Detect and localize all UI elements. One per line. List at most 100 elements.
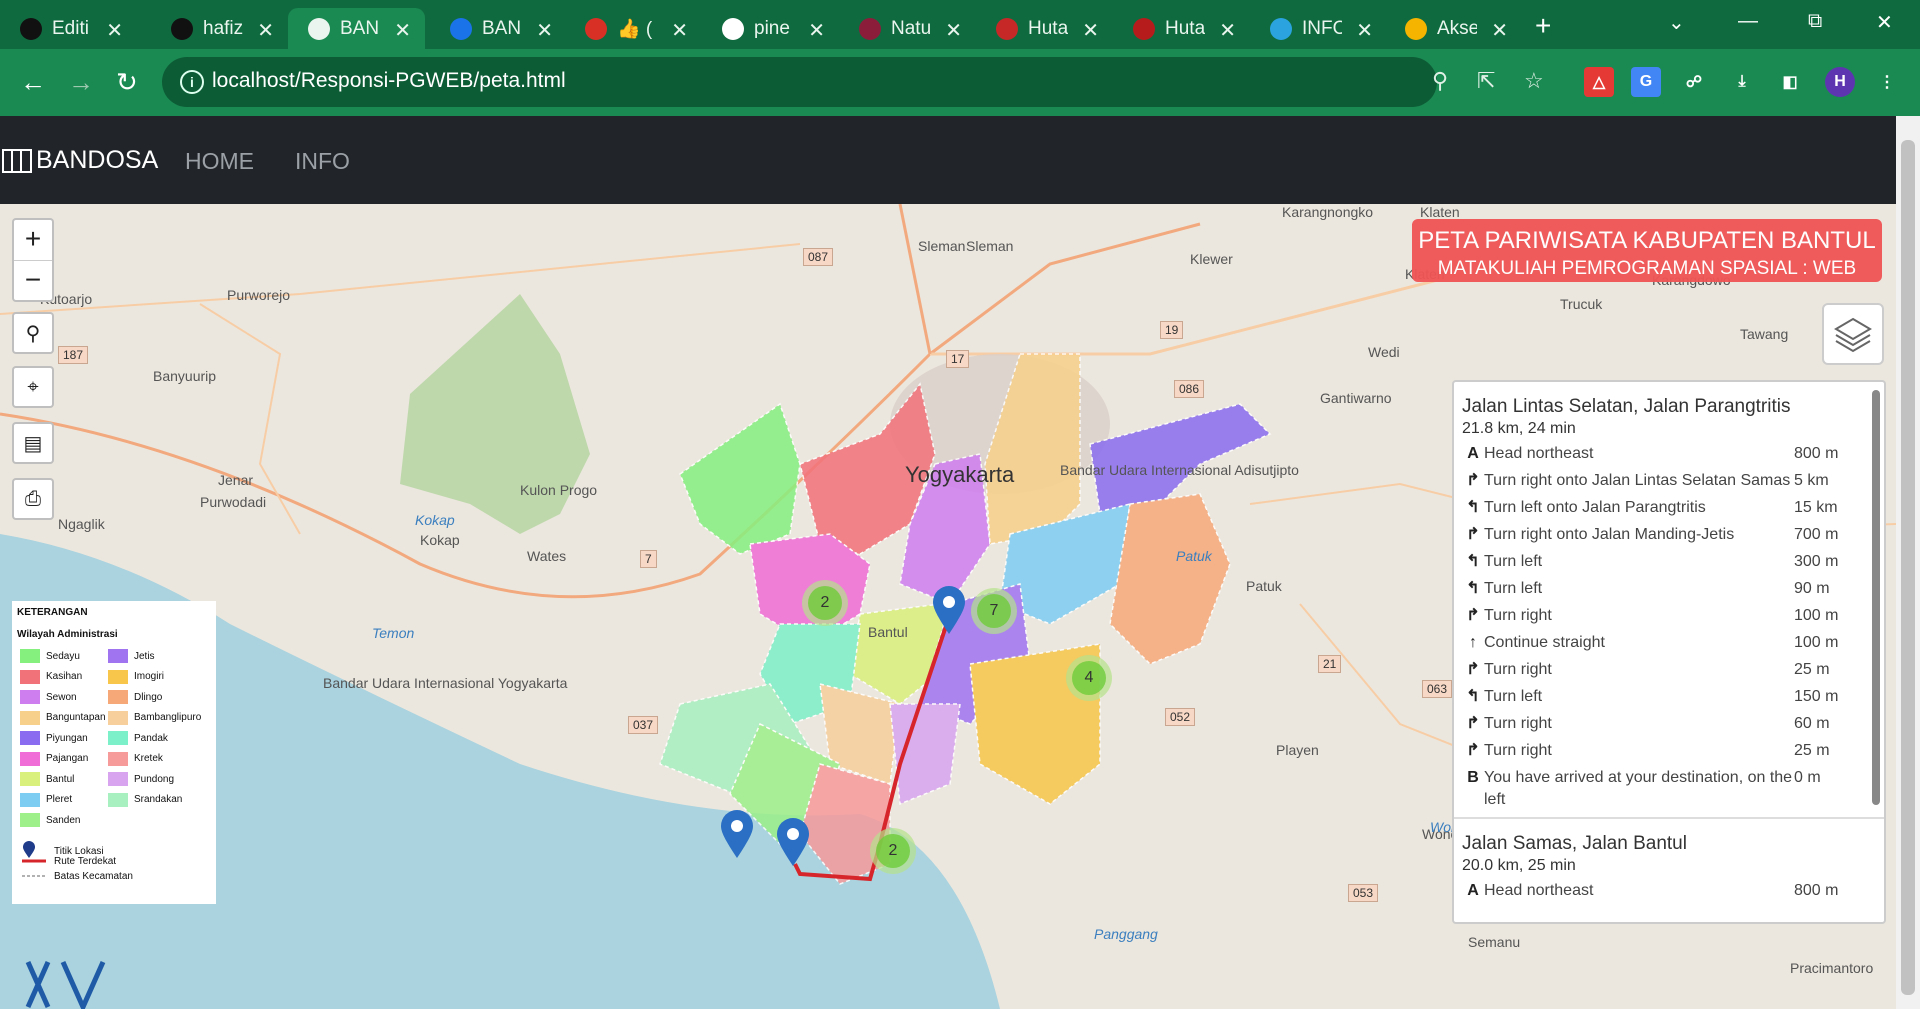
tab-search-icon[interactable]: ⌄ <box>1668 10 1685 35</box>
measure-icon[interactable]: ▤ <box>12 422 54 464</box>
marker-cluster[interactable]: 2 <box>870 828 916 874</box>
forward-button[interactable]: → <box>68 67 94 98</box>
close-tab-icon[interactable]: ✕ <box>808 18 825 43</box>
legend-label: Pajangan <box>46 753 89 764</box>
step-distance: 90 m <box>1794 580 1830 597</box>
zoom-icon[interactable]: ⚲ <box>1432 68 1448 94</box>
extension-icon[interactable]: △ <box>1584 67 1614 97</box>
github-icon <box>171 17 193 40</box>
legend-label: Kretek <box>134 753 163 764</box>
reload-button[interactable]: ↻ <box>116 67 138 98</box>
legend-item: Bambanglipuro <box>108 710 202 725</box>
routing-panel[interactable]: Jalan Lintas Selatan, Jalan Parangtritis… <box>1452 380 1886 924</box>
new-tab-button[interactable]: + <box>1535 10 1551 42</box>
step-distance: 800 m <box>1794 882 1839 899</box>
legend-swatch <box>108 669 128 684</box>
legend-swatch <box>108 710 128 725</box>
translate-icon[interactable]: G <box>1631 67 1661 97</box>
zoom-in-button[interactable]: + <box>14 220 52 260</box>
browser-menu-icon[interactable]: ⋮ <box>1872 67 1902 97</box>
tab-title: BAN <box>482 17 522 39</box>
close-tab-icon[interactable]: ✕ <box>1356 18 1373 43</box>
route-step[interactable]: A Head northeast 800 m <box>1462 880 1876 902</box>
bookmark-star-icon[interactable]: ☆ <box>1524 68 1544 94</box>
marker-cluster[interactable]: 7 <box>971 588 1017 634</box>
marker-cluster[interactable]: 4 <box>1066 655 1112 701</box>
route-step[interactable]: A Head northeast 800 m <box>1462 443 1876 465</box>
location-marker[interactable] <box>932 586 966 636</box>
map-container[interactable]: Kutoarjo Purworejo Banyuurip Jenar Purwodadi… <box>0 204 1896 1009</box>
scrollbar-thumb[interactable] <box>1901 140 1915 995</box>
legend-symbol: Rute Terdekat <box>22 856 116 867</box>
browser-tab[interactable]: BAN ✕ <box>430 8 567 49</box>
download-icon[interactable]: ⤓ <box>1727 67 1757 97</box>
browser-tab[interactable]: Akse ✕ <box>1385 8 1522 49</box>
tab-title: Natu <box>891 17 931 39</box>
marker-cluster[interactable]: 2 <box>802 580 848 626</box>
close-tab-icon[interactable]: ✕ <box>106 18 123 43</box>
close-tab-icon[interactable]: ✕ <box>394 18 411 43</box>
back-button[interactable]: ← <box>20 67 46 98</box>
minimize-button[interactable]: — <box>1738 10 1758 33</box>
nav-link-info[interactable]: INFO <box>295 148 350 175</box>
route-alternative[interactable]: Jalan Samas, Jalan Bantul 20.0 km, 25 min… <box>1454 819 1884 902</box>
close-tab-icon[interactable]: ✕ <box>671 18 688 43</box>
routing-scrollbar[interactable] <box>1872 390 1880 805</box>
address-bar[interactable]: i localhost/Responsi-PGWEB/peta.html ⚲ ⇱… <box>162 57 1544 107</box>
browser-tab[interactable]: pine ✕ <box>702 8 839 49</box>
side-panel-icon[interactable]: ◧ <box>1775 67 1805 97</box>
direction-icon: ↱ <box>1466 607 1480 624</box>
locate-icon[interactable]: ⌖ <box>12 366 54 408</box>
route-step[interactable]: ↱ Turn right onto Jalan Lintas Selatan Sa… <box>1462 470 1876 492</box>
browser-tab[interactable]: Natu ✕ <box>839 8 976 49</box>
legend-symbol: Batas Kecamatan <box>22 871 133 882</box>
route-step[interactable]: ↱ Turn right 25 m <box>1462 659 1876 681</box>
route-step[interactable]: ↰ Turn left onto Jalan Parangtritis 15 km <box>1462 497 1876 519</box>
print-icon[interactable]: ⎙ <box>12 478 54 520</box>
close-tab-icon[interactable]: ✕ <box>536 18 553 43</box>
browser-tab[interactable]: Huta ✕ <box>1113 8 1250 49</box>
browser-tab[interactable]: Editi ✕ <box>0 8 137 49</box>
location-marker[interactable] <box>720 810 754 860</box>
zoom-out-button[interactable]: − <box>14 260 52 301</box>
site-info-icon[interactable]: i <box>180 70 204 94</box>
url-text[interactable]: localhost/Responsi-PGWEB/peta.html <box>212 69 566 93</box>
page-scrollbar[interactable] <box>1896 116 1920 1009</box>
route-step[interactable]: ↱ Turn right 100 m <box>1462 605 1876 627</box>
legend-label: Bambanglipuro <box>134 712 202 723</box>
close-tab-icon[interactable]: ✕ <box>1082 18 1099 43</box>
restore-button[interactable]: ⧉ <box>1808 10 1822 33</box>
route-alternative[interactable]: Jalan Lintas Selatan, Jalan Parangtritis… <box>1454 382 1884 811</box>
close-tab-icon[interactable]: ✕ <box>1491 18 1508 43</box>
close-tab-icon[interactable]: ✕ <box>945 18 962 43</box>
close-window-button[interactable]: ✕ <box>1876 10 1893 35</box>
browser-tab[interactable]: INFO ✕ <box>1250 8 1387 49</box>
route-step[interactable]: ↰ Turn left 90 m <box>1462 578 1876 600</box>
legend-item: Pandak <box>108 731 168 745</box>
route-step[interactable]: ↱ Turn right 25 m <box>1462 740 1876 762</box>
brand-link[interactable]: BANDOSA <box>2 146 158 175</box>
browser-tab[interactable]: Huta ✕ <box>976 8 1113 49</box>
route-step[interactable]: ↰ Turn left 300 m <box>1462 551 1876 573</box>
layers-control-icon[interactable] <box>1822 303 1884 365</box>
nav-link-home[interactable]: HOME <box>185 148 254 175</box>
map-place-label: Pracimantoro <box>1790 960 1874 976</box>
browser-tab[interactable]: hafiz ✕ <box>151 8 288 49</box>
browser-tab[interactable]: 👍 (✕ <box>565 8 702 49</box>
route-step[interactable]: ↱ Turn right onto Jalan Manding-Jetis 700 … <box>1462 524 1876 546</box>
browser-tab[interactable]: BAN ✕ <box>288 8 425 49</box>
route-step[interactable]: ↰ Turn left 150 m <box>1462 686 1876 708</box>
search-icon[interactable]: ⚲ <box>12 312 54 354</box>
close-tab-icon[interactable]: ✕ <box>257 18 274 43</box>
legend-symbol-label: Rute Terdekat <box>54 856 117 867</box>
extensions-puzzle-icon[interactable]: ☍ <box>1679 67 1709 97</box>
map-place-label: Kulon Progo <box>520 482 598 498</box>
legend-swatch <box>108 772 128 786</box>
profile-avatar[interactable]: H <box>1825 67 1855 97</box>
close-tab-icon[interactable]: ✕ <box>1219 18 1236 43</box>
route-step[interactable]: ↑ Continue straight 100 m <box>1462 632 1876 654</box>
route-step[interactable]: B You have arrived at your destination, o… <box>1462 767 1876 811</box>
route-step[interactable]: ↱ Turn right 60 m <box>1462 713 1876 735</box>
location-marker[interactable] <box>776 818 810 868</box>
share-icon[interactable]: ⇱ <box>1477 68 1495 94</box>
